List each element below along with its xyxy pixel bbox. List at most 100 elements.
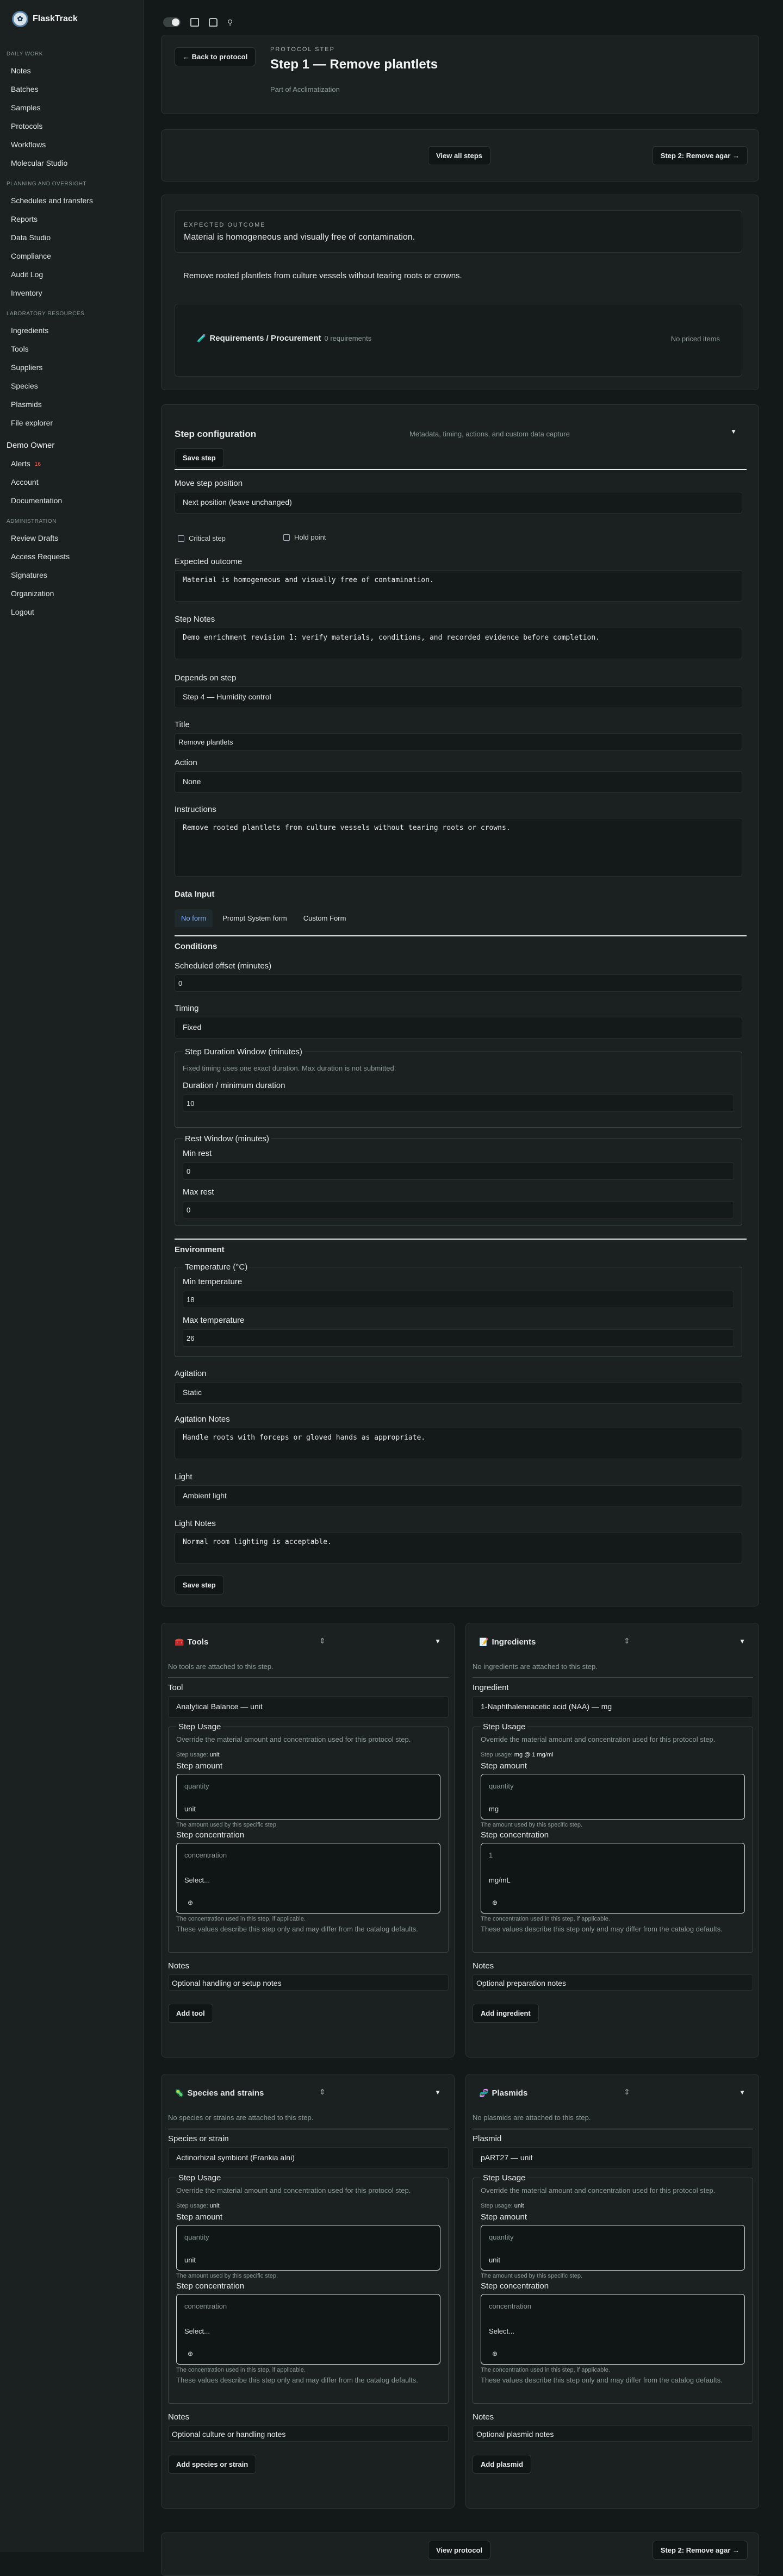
- nav-ingredients[interactable]: Ingredients: [0, 321, 143, 340]
- plasmids-amount-unit-select[interactable]: unit: [489, 2256, 500, 2264]
- nav-reports[interactable]: Reports: [0, 210, 143, 228]
- nav-suppliers[interactable]: Suppliers: [0, 358, 143, 377]
- tools-amount-input[interactable]: quantity: [184, 1782, 209, 1790]
- tools-conc-add-icon[interactable]: ⊕: [188, 1899, 193, 1906]
- sort-icon[interactable]: ⇕: [319, 1636, 326, 1646]
- nav-alerts[interactable]: Alerts 16: [0, 454, 143, 473]
- plasmids-conc-unit-select[interactable]: Select...: [489, 2327, 514, 2335]
- brand[interactable]: ✿ FlaskTrack: [0, 0, 143, 42]
- nav-workflows[interactable]: Workflows: [0, 135, 143, 154]
- nav-documentation[interactable]: Documentation: [0, 491, 143, 510]
- title-input[interactable]: Remove plantlets: [175, 733, 742, 751]
- nav-signatures[interactable]: Signatures: [0, 566, 143, 584]
- hold-point-checkbox[interactable]: [283, 534, 290, 541]
- nav-file-explorer[interactable]: File explorer: [0, 414, 143, 432]
- save-step-bottom-button[interactable]: Save step: [175, 1575, 224, 1595]
- sort-icon[interactable]: ⇕: [624, 1636, 630, 1646]
- nav-review-drafts[interactable]: Review Drafts: [0, 529, 143, 547]
- collapse-chevron-icon[interactable]: ▼: [739, 2089, 745, 2096]
- view-all-steps-button[interactable]: View all steps: [428, 146, 491, 165]
- tools-amount-unit-select[interactable]: unit: [184, 1805, 196, 1813]
- agitation-notes-textarea[interactable]: Handle roots with forceps or gloved hand…: [175, 1428, 742, 1459]
- theme-toggle[interactable]: [163, 17, 181, 27]
- sort-icon[interactable]: ⇕: [624, 2087, 630, 2097]
- species-conc-unit-select[interactable]: Select...: [184, 2327, 210, 2335]
- next-step-button[interactable]: Step 2: Remove agar →: [652, 146, 748, 165]
- species-amount-input[interactable]: quantity: [184, 2233, 209, 2241]
- collapse-chevron-icon[interactable]: ▼: [730, 428, 737, 435]
- add-tools-button[interactable]: Add tool: [168, 2004, 213, 2023]
- save-step-button[interactable]: Save step: [175, 448, 224, 467]
- tools-conc-input[interactable]: concentration: [184, 1851, 227, 1859]
- ingredients-conc-add-icon[interactable]: ⊕: [492, 1899, 498, 1906]
- ingredients-conc-input[interactable]: 1: [489, 1851, 493, 1859]
- ingredients-notes-input[interactable]: Optional preparation notes: [473, 1974, 753, 1991]
- nav-samples[interactable]: Samples: [0, 98, 143, 117]
- home-icon[interactable]: [209, 18, 217, 27]
- plasmids-select[interactable]: pART27 — unit: [473, 2147, 753, 2169]
- collapse-chevron-icon[interactable]: ▼: [434, 1637, 441, 1645]
- max-temp-input[interactable]: 26: [183, 1329, 734, 1347]
- view-protocol-button[interactable]: View protocol: [428, 2541, 490, 2560]
- tools-notes-input[interactable]: Optional handling or setup notes: [168, 1974, 449, 1991]
- nav-compliance[interactable]: Compliance: [0, 247, 143, 265]
- ingredients-conc-unit-select[interactable]: mg/mL: [489, 1876, 511, 1884]
- nav-plasmids[interactable]: Plasmids: [0, 395, 143, 414]
- offset-input[interactable]: 0: [175, 974, 742, 992]
- nav-inventory[interactable]: Inventory: [0, 284, 143, 302]
- action-select[interactable]: None: [175, 771, 742, 793]
- species-select[interactable]: Actinorhizal symbiont (Frankia alni): [168, 2147, 449, 2169]
- depends-on-select[interactable]: Step 4 — Humidity control: [175, 686, 742, 708]
- add-species-button[interactable]: Add species or strain: [168, 2455, 257, 2474]
- plasmids-notes-input[interactable]: Optional plasmid notes: [473, 2425, 753, 2442]
- species-notes-input[interactable]: Optional culture or handling notes: [168, 2425, 449, 2442]
- back-to-protocol-button[interactable]: ← Back to protocol: [175, 47, 256, 66]
- add-ingredients-button[interactable]: Add ingredient: [473, 2004, 539, 2023]
- expected-outcome-textarea[interactable]: Material is homogeneous and visually fre…: [175, 570, 742, 602]
- nav-logout[interactable]: Logout: [0, 603, 143, 621]
- tools-select[interactable]: Analytical Balance — unit: [168, 1696, 449, 1718]
- agitation-select[interactable]: Static: [175, 1382, 742, 1404]
- tools-conc-unit-select[interactable]: Select...: [184, 1876, 210, 1884]
- plasmids-conc-add-icon[interactable]: ⊕: [492, 2350, 498, 2358]
- nav-batches[interactable]: Batches: [0, 80, 143, 98]
- tab-custom-form[interactable]: Custom Form: [297, 909, 353, 927]
- nav-molecular-studio[interactable]: Molecular Studio: [0, 154, 143, 172]
- light-select[interactable]: Ambient light: [175, 1485, 742, 1507]
- light-notes-textarea[interactable]: Normal room lighting is acceptable.: [175, 1532, 742, 1564]
- species-amount-unit-select[interactable]: unit: [184, 2256, 196, 2264]
- nav-tools[interactable]: Tools: [0, 340, 143, 358]
- instructions-textarea[interactable]: Remove rooted plantlets from culture ves…: [175, 818, 742, 877]
- critical-step-checkbox[interactable]: [178, 535, 184, 542]
- move-step-select[interactable]: Next position (leave unchanged): [175, 492, 742, 514]
- step-notes-textarea[interactable]: Demo enrichment revision 1: verify mater…: [175, 628, 742, 659]
- min-temp-input[interactable]: 18: [183, 1291, 734, 1308]
- nav-data-studio[interactable]: Data Studio: [0, 228, 143, 247]
- plasmids-conc-input[interactable]: concentration: [489, 2302, 531, 2310]
- tab-prompt-system-form[interactable]: Prompt System form: [216, 909, 293, 927]
- ingredients-select[interactable]: 1-Naphthaleneacetic acid (NAA) — mg: [473, 1696, 753, 1718]
- nav-notes[interactable]: Notes: [0, 61, 143, 80]
- nav-protocols[interactable]: Protocols: [0, 117, 143, 135]
- sidebar-toggle-icon[interactable]: [190, 18, 199, 27]
- tab-no-form[interactable]: No form: [175, 909, 213, 927]
- nav-species[interactable]: Species: [0, 377, 143, 395]
- timing-select[interactable]: Fixed: [175, 1017, 742, 1039]
- search-icon[interactable]: ⚲: [227, 18, 233, 27]
- sort-icon[interactable]: ⇕: [319, 2087, 326, 2097]
- species-conc-input[interactable]: concentration: [184, 2302, 227, 2310]
- nav-audit-log[interactable]: Audit Log: [0, 265, 143, 284]
- duration-input[interactable]: 10: [183, 1095, 734, 1112]
- max-rest-input[interactable]: 0: [183, 1201, 734, 1218]
- plasmids-amount-input[interactable]: quantity: [489, 2233, 514, 2241]
- species-conc-add-icon[interactable]: ⊕: [188, 2350, 193, 2358]
- footer-next-step-button[interactable]: Step 2: Remove agar →: [652, 2541, 748, 2560]
- ingredients-amount-input[interactable]: quantity: [489, 1782, 514, 1790]
- nav-account[interactable]: Account: [0, 473, 143, 491]
- collapse-chevron-icon[interactable]: ▼: [739, 1637, 745, 1645]
- collapse-chevron-icon[interactable]: ▼: [434, 2089, 441, 2096]
- add-plasmids-button[interactable]: Add plasmid: [473, 2455, 532, 2474]
- ingredients-amount-unit-select[interactable]: mg: [489, 1805, 499, 1813]
- nav-schedules[interactable]: Schedules and transfers: [0, 191, 143, 210]
- nav-access-requests[interactable]: Access Requests: [0, 547, 143, 566]
